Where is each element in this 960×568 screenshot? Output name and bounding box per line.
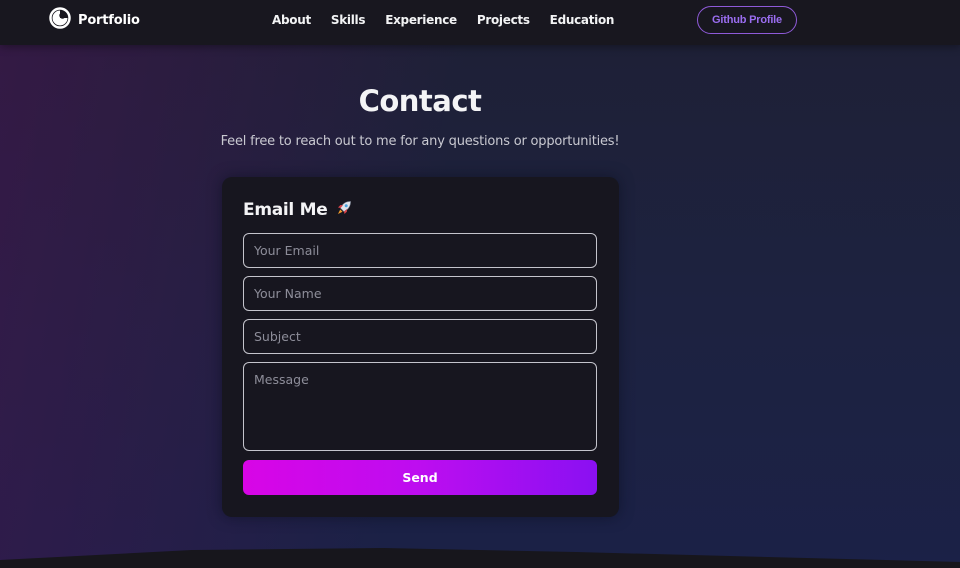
navbar: Portfolio About Skills Experience Projec…	[0, 0, 960, 45]
send-button[interactable]: Send	[243, 460, 597, 495]
rocket-icon	[333, 200, 353, 220]
brand-name: Portfolio	[78, 12, 140, 28]
page-title: Contact	[358, 84, 482, 118]
message-field[interactable]	[243, 362, 597, 451]
nav-link-about[interactable]: About	[272, 13, 311, 27]
contact-form-card: Email Me Send	[222, 177, 619, 517]
logo-icon	[49, 7, 71, 33]
nav-link-skills[interactable]: Skills	[331, 13, 366, 27]
nav-link-education[interactable]: Education	[550, 13, 615, 27]
brand-logo[interactable]: Portfolio	[49, 7, 140, 33]
form-heading: Email Me	[243, 199, 353, 220]
subject-field[interactable]	[243, 319, 597, 354]
nav-link-projects[interactable]: Projects	[477, 13, 530, 27]
nav-links: About Skills Experience Projects Educati…	[272, 13, 634, 27]
form-heading-text: Email Me	[243, 200, 328, 220]
github-profile-button[interactable]: Github Profile	[697, 6, 797, 34]
page-subtitle: Feel free to reach out to me for any que…	[220, 134, 620, 149]
name-field[interactable]	[243, 276, 597, 311]
email-field[interactable]	[243, 233, 597, 268]
nav-link-experience[interactable]: Experience	[385, 13, 457, 27]
